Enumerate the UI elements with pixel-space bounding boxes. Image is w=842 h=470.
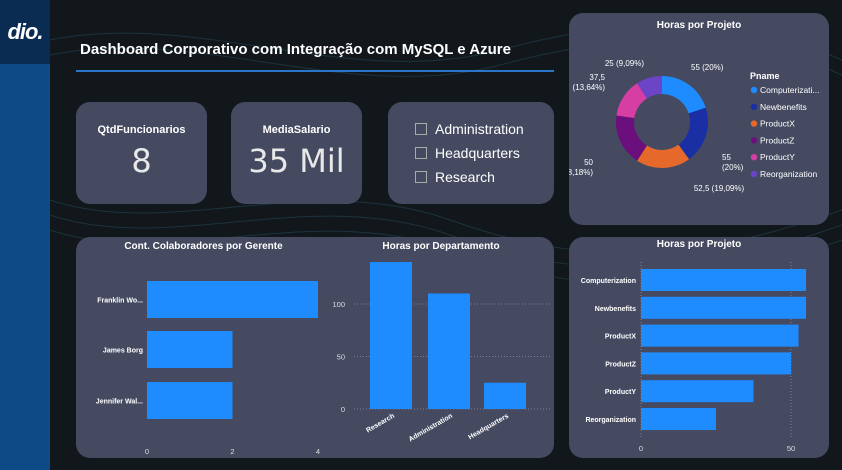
x-tick-label: 2: [230, 447, 234, 456]
bar: [641, 269, 806, 291]
checkbox[interactable]: [415, 123, 427, 135]
title-underline: [76, 70, 554, 72]
collaborators-by-manager-chart: Franklin Wo... James Borg Jennifer Wal... 0…: [96, 281, 320, 456]
legend-label-newbenefits: Newbenefits: [760, 102, 807, 112]
category-label: Franklin Wo...: [97, 298, 143, 305]
logo-text: dio.: [7, 19, 43, 44]
category-label: Reorganization: [585, 417, 636, 424]
donut-chart: 55 (20%) 55(20%) 52,5 (19,09%) 50(18,18%) 37…: [569, 59, 820, 193]
category-label: James Borg: [103, 348, 143, 355]
slicer-item-research[interactable]: Research: [415, 169, 495, 185]
sidebar: [0, 0, 50, 470]
legend-label-productz: ProductZ: [760, 135, 795, 145]
category-label: ProductZ: [605, 361, 636, 368]
y-tick-label: 0: [341, 405, 345, 414]
category-label: ProductY: [605, 389, 636, 396]
slice-data-label: 37,5 (13,64%): [573, 73, 606, 92]
kpi-card-qtd-funcionarios[interactable]: QtdFuncionarios 8: [76, 102, 207, 204]
department-slicer: Administration Headquarters Research: [388, 102, 554, 204]
x-tick-label: 0: [639, 444, 643, 453]
slicer-item-headquarters[interactable]: Headquarters: [415, 145, 520, 161]
x-tick-label: 0: [145, 447, 149, 456]
legend-swatch: [750, 170, 758, 178]
category-label: Newbenefits: [595, 306, 636, 313]
bar: [428, 293, 470, 409]
donut-chart-card: Horas por Projeto 55 (20%) 55 (20%) 52,5 (1…: [569, 13, 829, 225]
bar: [641, 296, 806, 319]
legend-swatch: [750, 154, 758, 161]
legend-label-productx: ProductX: [760, 119, 795, 129]
y-tick-label: 100: [332, 300, 345, 309]
hours-by-department-chart: 0 50 100 Research Administration Headquarters: [332, 262, 551, 444]
x-tick-label: 50: [787, 444, 795, 453]
bar: [370, 262, 412, 409]
legend-title: Pname: [750, 71, 780, 81]
legend-label-producty: ProductY: [760, 152, 795, 162]
legend-swatch: [750, 137, 758, 144]
legend-swatch: [750, 103, 758, 111]
checkbox[interactable]: [415, 171, 427, 183]
bar: [641, 324, 799, 347]
category-label: Headquarters: [467, 413, 510, 442]
slice-data-label: 55 (20%): [722, 153, 744, 172]
kpi-card-media-salario[interactable]: MediaSalario 35 Mil: [231, 102, 362, 204]
legend-label-computerization: Computerizati...: [760, 85, 820, 95]
dio-logo: dio.: [0, 0, 50, 64]
bar: [641, 352, 791, 375]
checkbox[interactable]: [415, 147, 427, 159]
slicer-item-label: Research: [435, 169, 495, 185]
legend-swatch: [750, 120, 758, 127]
y-tick-label: 50: [337, 353, 345, 362]
bar: [147, 382, 233, 419]
category-label: Jennifer Wal...: [96, 399, 143, 406]
slice-data-label: 52,5 (19,09%): [694, 184, 745, 193]
slice-data-label: 50(18,18%): [569, 158, 594, 177]
donut-slice-computerization: [662, 76, 706, 114]
legend-swatch: [750, 86, 758, 94]
category-label: Administration: [408, 413, 454, 444]
bottom-charts-card: Cont. Colaboradores por Gerente Horas po…: [76, 237, 554, 458]
page-title: Dashboard Corporativo com Integração com…: [80, 41, 511, 58]
category-label: ProductX: [605, 334, 636, 341]
bar: [641, 380, 754, 403]
hours-by-project-bar-chart: 0 50 Computerization Newbenefits ProductX Pro…: [581, 262, 806, 453]
kpi-label: MediaSalario: [262, 124, 331, 136]
category-label: Computerization: [581, 278, 636, 285]
slicer-item-label: Headquarters: [435, 145, 520, 161]
category-label: Research: [365, 413, 396, 435]
kpi-value: 35 Mil: [248, 142, 345, 180]
kpi-label: QtdFuncionarios: [97, 124, 186, 136]
legend-label-reorganization: Reorganization: [760, 169, 817, 179]
bar: [641, 408, 716, 430]
x-tick-label: 4: [316, 447, 320, 456]
slicer-item-label: Administration: [435, 121, 524, 137]
slicer-item-administration[interactable]: Administration: [415, 121, 524, 137]
bar: [147, 331, 233, 368]
kpi-value: 8: [131, 142, 152, 180]
hours-by-project-bar-card: Horas por Projeto 0 50 Computerization Newb…: [569, 237, 829, 458]
bar: [484, 382, 526, 409]
bar: [147, 281, 318, 318]
slice-data-label: 55 (20%): [691, 63, 724, 72]
slice-data-label: 25 (9,09%): [605, 59, 644, 68]
